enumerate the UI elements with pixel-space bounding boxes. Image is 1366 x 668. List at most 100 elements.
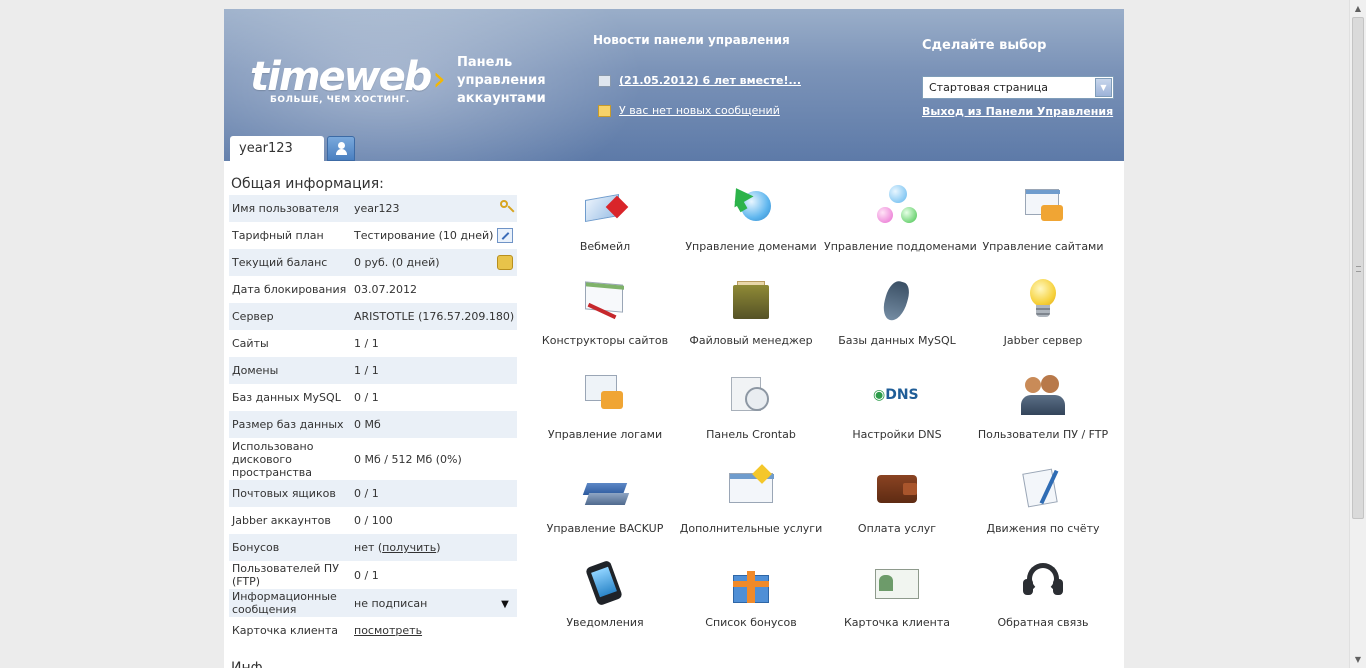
logo-text: timeweb	[250, 54, 432, 100]
table-row: Дата блокирования 03.07.2012	[229, 276, 517, 303]
tile-notifications[interactable]: Уведомления	[532, 555, 678, 649]
tile-sites[interactable]: Управление сайтами	[970, 179, 1116, 273]
table-row: Почтовых ящиков 0 / 1	[229, 480, 517, 507]
news-document-icon	[598, 75, 611, 87]
notifications-icon	[583, 559, 627, 607]
table-row: Использовано дискового пространства 0 Мб…	[229, 438, 517, 480]
envelope-icon	[598, 105, 611, 117]
tile-bonuses[interactable]: Список бонусов	[678, 555, 824, 649]
view-client-card-link[interactable]: посмотреть	[354, 624, 422, 637]
table-row: Тарифный план Тестирование (10 дней)	[229, 222, 517, 249]
tile-label: Список бонусов	[705, 616, 797, 629]
tab-account[interactable]: year123	[230, 136, 324, 161]
user-profile-icon[interactable]	[327, 136, 355, 161]
row-label: Информационные сообщения	[232, 590, 337, 616]
page-container: timeweb› БОЛЬШЕ, ЧЕМ ХОСТИНГ. Панель упр…	[224, 9, 1124, 668]
row-label: Jabber аккаунтов	[232, 514, 331, 527]
info-table: Имя пользователя year123 Тарифный план Т…	[229, 195, 517, 644]
tile-ftp-users[interactable]: Пользователи ПУ / FTP	[970, 367, 1116, 461]
start-page-select[interactable]: Стартовая страница ▼	[922, 76, 1114, 99]
tile-file-manager[interactable]: Файловый менеджер	[678, 273, 824, 367]
table-row: Имя пользователя year123	[229, 195, 517, 222]
expand-arrow-icon[interactable]: ▼	[497, 597, 513, 612]
tile-label: Управление логами	[547, 428, 663, 441]
messages-item: У вас нет новых сообщений	[598, 104, 780, 117]
tile-site-builder[interactable]: Конструкторы сайтов	[532, 273, 678, 367]
tile-label: Конструкторы сайтов	[541, 334, 669, 347]
tile-domains[interactable]: Управление доменами	[678, 179, 824, 273]
messages-link[interactable]: У вас нет новых сообщений	[619, 104, 780, 117]
bonus-value: нет	[354, 541, 375, 554]
ftp-users-icon	[1021, 373, 1065, 417]
tile-label: Jabber сервер	[1003, 334, 1083, 347]
tile-client-card[interactable]: Карточка клиента	[824, 555, 970, 649]
row-value: 0 Мб	[354, 418, 381, 431]
row-value: не подписан	[354, 596, 428, 610]
tile-mysql[interactable]: Базы данных MySQL	[824, 273, 970, 367]
tile-subdomains[interactable]: Управление поддоменами	[824, 179, 977, 273]
tile-label: Движения по счёту	[986, 522, 1100, 535]
account-movements-icon	[1021, 467, 1065, 511]
change-plan-icon[interactable]	[497, 228, 513, 243]
tile-label: Панель Crontab	[706, 428, 796, 441]
table-row: Пользователей ПУ (FTP) 0 / 1	[229, 561, 517, 589]
logo-tagline: БОЛЬШЕ, ЧЕМ ХОСТИНГ.	[270, 95, 410, 105]
tile-account-movements[interactable]: Движения по счёту	[970, 461, 1116, 555]
tile-label: Настройки DNS	[852, 428, 942, 441]
start-page-select-value: Стартовая страница	[929, 81, 1049, 94]
tile-dns[interactable]: ◉DNS Настройки DNS	[824, 367, 970, 461]
choice-title: Сделайте выбор	[922, 38, 1047, 53]
scroll-up-arrow-icon[interactable]: ▲	[1350, 0, 1366, 17]
section-title-partial: Инф	[231, 660, 263, 668]
coins-icon[interactable]	[497, 255, 513, 270]
row-label: Бонусов	[232, 541, 280, 554]
key-icon[interactable]	[500, 200, 508, 208]
logs-icon	[583, 373, 627, 417]
info-title: Общая информация:	[231, 176, 384, 192]
tile-label: Базы данных MySQL	[838, 334, 956, 347]
tile-webmail[interactable]: Вебмейл	[532, 179, 678, 273]
row-value: 0 / 1	[354, 391, 379, 404]
row-value: year123	[354, 202, 400, 215]
scrollbar-thumb[interactable]	[1352, 17, 1364, 519]
header: timeweb› БОЛЬШЕ, ЧЕМ ХОСТИНГ. Панель упр…	[224, 9, 1124, 161]
mysql-icon	[875, 278, 919, 324]
tile-extra-services[interactable]: Дополнительные услуги	[678, 461, 824, 555]
tile-label: Карточка клиента	[844, 616, 950, 629]
chevron-down-icon[interactable]: ▼	[1095, 78, 1112, 97]
table-row: Домены 1 / 1	[229, 357, 517, 384]
tile-crontab[interactable]: Панель Crontab	[678, 367, 824, 461]
tile-backup[interactable]: Управление BACKUP	[532, 461, 678, 555]
row-value: 1 / 1	[354, 337, 379, 350]
tile-logs[interactable]: Управление логами	[532, 367, 678, 461]
exit-link[interactable]: Выход из Панели Управления	[922, 105, 1113, 118]
table-row: Информационные сообщения не подписан ▼	[229, 589, 517, 617]
row-value: 0 / 1	[354, 568, 379, 582]
table-row: Баз данных MySQL 0 / 1	[229, 384, 517, 411]
tile-feedback[interactable]: Обратная связь	[970, 555, 1116, 649]
row-label: Использовано дискового пространства	[232, 439, 314, 479]
tile-payment[interactable]: Оплата услуг	[824, 461, 970, 555]
bonuses-icon	[729, 561, 773, 605]
row-value: Тестирование (10 дней)	[354, 229, 494, 242]
row-value: 03.07.2012	[354, 283, 417, 296]
table-row: Размер баз данных 0 Мб	[229, 411, 517, 438]
scroll-down-arrow-icon[interactable]: ▼	[1350, 651, 1366, 668]
tile-label: Файловый менеджер	[689, 334, 813, 347]
panel-title: Панель управления аккаунтами	[457, 55, 546, 106]
crontab-icon	[729, 373, 773, 417]
row-label: Сервер	[232, 310, 274, 323]
page-scrollbar[interactable]: ▲ ▼	[1349, 0, 1366, 668]
row-value: 0 руб. (0 дней)	[354, 256, 440, 269]
row-value: 1 / 1	[354, 364, 379, 377]
table-row: Текущий баланс 0 руб. (0 дней)	[229, 249, 517, 276]
table-row: Сайты 1 / 1	[229, 330, 517, 357]
tile-jabber[interactable]: Jabber сервер	[970, 273, 1116, 367]
row-value: 0 / 1	[354, 487, 379, 500]
backup-icon	[582, 467, 630, 511]
timeweb-logo[interactable]: timeweb› БОЛЬШЕ, ЧЕМ ХОСТИНГ.	[250, 54, 446, 105]
row-value: посмотреть	[351, 624, 422, 637]
table-row: Бонусов нет (получить)	[229, 534, 517, 561]
get-bonus-link[interactable]: получить	[382, 541, 436, 554]
news-link[interactable]: (21.05.2012) 6 лет вместе!...	[619, 74, 801, 87]
